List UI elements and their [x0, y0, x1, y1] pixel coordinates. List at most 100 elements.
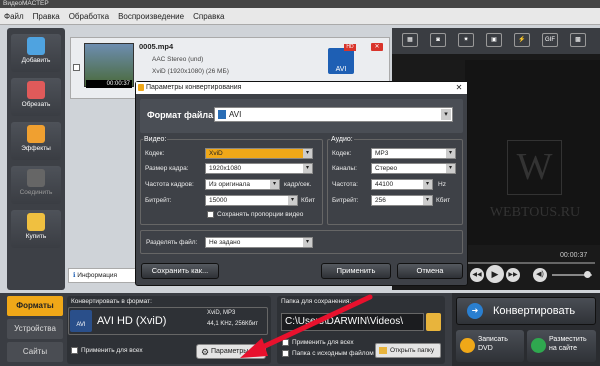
convert-to-label: Конвертировать в формат: — [71, 298, 152, 305]
close-icon[interactable]: ✕ — [453, 83, 465, 93]
cart-icon — [27, 213, 45, 231]
cancel-button[interactable]: Отмена — [397, 263, 463, 279]
apply-all-checkbox[interactable] — [71, 347, 78, 354]
video-bitrate-unit: Кбит — [301, 197, 316, 204]
apply-button[interactable]: Применить — [321, 263, 391, 279]
frequency-label: Частота: — [332, 181, 358, 188]
menu-process[interactable]: Обработка — [69, 12, 109, 21]
brightness-icon[interactable]: ✷ — [458, 33, 474, 47]
scissors-icon — [27, 81, 45, 99]
params-label: Параметры — [211, 348, 249, 355]
player-time: 00:00:37 — [560, 252, 588, 259]
info-tab-label: Информация — [77, 272, 118, 279]
frequency-select[interactable]: 44100 — [371, 179, 433, 190]
publish-button[interactable]: Разместить на сайте — [527, 330, 596, 362]
menu-playback[interactable]: Воспроизведение — [118, 12, 184, 21]
video-heading: Видео: — [143, 136, 168, 143]
open-folder-button[interactable]: Открыть папку — [375, 343, 441, 358]
convert-button[interactable]: ➜ Конвертировать — [456, 297, 596, 325]
screenshot-icon[interactable]: ▩ — [570, 33, 586, 47]
video-bitrate-label: Битрейт: — [145, 197, 172, 204]
watermark-logo: W — [507, 140, 562, 195]
split-select[interactable]: Не задано — [205, 237, 313, 248]
window-title: ВидеоМАСТЕР — [0, 0, 600, 8]
output-format-badge[interactable]: AVI — [328, 48, 354, 74]
thumbnail-duration: 00:00:37 — [86, 80, 132, 88]
burn-dvd-line2: DVD — [478, 345, 493, 352]
params-button[interactable]: ⚙ Параметры — [196, 344, 266, 359]
frame-size-label: Размер кадра: — [145, 165, 189, 172]
menu-help[interactable]: Справка — [193, 12, 224, 21]
video-bitrate-select[interactable]: 15000 — [205, 195, 298, 206]
watermark-text: WEBTOUS.RU — [489, 205, 581, 220]
publish-line1: Разместить — [549, 336, 587, 343]
dialog-app-icon — [138, 84, 144, 91]
source-folder-checkbox[interactable] — [282, 350, 289, 357]
menu-bar: Файл Правка Обработка Воспроизведение Сп… — [0, 8, 600, 25]
chevron-down-icon: ▾ — [441, 109, 451, 120]
join-label: Соединить — [19, 189, 53, 196]
folder-path-input[interactable]: C:\Users\DARWIN\Videos\ — [281, 313, 424, 331]
add-label: Добавить — [21, 57, 51, 64]
frequency-unit: Hz — [438, 181, 446, 188]
forward-icon[interactable]: ▶▶ — [506, 268, 520, 282]
menu-file[interactable]: Файл — [4, 12, 24, 21]
rewind-icon[interactable]: ◀◀ — [470, 268, 484, 282]
text-overlay-icon[interactable]: ▣ — [486, 33, 502, 47]
frame-size-select[interactable]: 1920x1080 — [205, 163, 313, 174]
left-toolbar: Добавить Обрезать Эффекты Соединить Купи… — [7, 28, 65, 290]
add-button[interactable]: Добавить — [11, 34, 61, 72]
channels-select[interactable]: Стерео — [371, 163, 456, 174]
timeline-bar[interactable] — [465, 262, 595, 264]
format-select[interactable]: AVI ▾ — [214, 107, 453, 122]
audio-codec-select[interactable]: MP3 — [371, 148, 456, 159]
apply-all-folder-label: Применить для всех — [292, 339, 354, 346]
format-label: Формат файла: — [147, 110, 217, 120]
tab-formats[interactable]: Форматы — [7, 296, 63, 316]
tab-devices[interactable]: Устройства — [7, 319, 63, 339]
buy-label: Купить — [25, 233, 47, 240]
format-name: AVI HD (XviD) — [97, 315, 167, 327]
fps-select[interactable]: Из оригинала — [205, 179, 280, 190]
remove-file-icon[interactable]: ✕ — [371, 43, 383, 51]
audio-bitrate-label: Битрейт: — [332, 197, 359, 204]
info-tab[interactable]: ℹ Информация — [68, 268, 138, 283]
buy-button[interactable]: Купить — [11, 210, 61, 248]
join-icon — [27, 169, 45, 187]
effects-button[interactable]: Эффекты — [11, 122, 61, 160]
audio-codec-label: Кодек: — [332, 150, 352, 157]
file-checkbox[interactable] — [73, 64, 80, 71]
convert-arrow-icon: ➜ — [467, 303, 483, 319]
effects-label: Эффекты — [21, 145, 51, 152]
save-folder-label: Папка для сохранения: — [281, 298, 352, 305]
format-detail-2: 44,1 KHz, 256Кбит — [207, 321, 259, 327]
play-icon[interactable]: ▶ — [486, 265, 504, 283]
join-button[interactable]: Соединить — [11, 166, 61, 204]
save-as-button[interactable]: Сохранить как... — [141, 263, 219, 279]
channels-label: Каналы: — [332, 165, 357, 172]
volume-handle[interactable] — [584, 271, 591, 278]
fps-label: Частота кадров: — [145, 181, 194, 188]
speed-icon[interactable]: ⚡ — [514, 33, 530, 47]
source-folder-label: Папка с исходным файлом — [292, 350, 374, 357]
trim-button[interactable]: Обрезать — [11, 78, 61, 116]
crop-icon[interactable]: ▦ — [402, 33, 418, 47]
gear-icon: ⚙ — [201, 347, 210, 357]
tab-sites[interactable]: Сайты — [7, 342, 63, 362]
gif-icon[interactable]: GIF — [542, 33, 558, 47]
split-label: Разделять файл: — [146, 239, 198, 246]
format-value: AVI — [229, 110, 242, 119]
volume-icon[interactable]: ◀) — [533, 268, 547, 282]
burn-dvd-line1: Записать — [478, 336, 508, 343]
keep-aspect-checkbox[interactable] — [207, 211, 214, 218]
folder-icon — [379, 347, 387, 354]
burn-dvd-button[interactable]: Записать DVD — [456, 330, 524, 362]
add-file-icon — [27, 37, 45, 55]
publish-line2: на сайте — [549, 345, 578, 352]
browse-folder-icon[interactable] — [426, 313, 441, 331]
menu-edit[interactable]: Правка — [33, 12, 60, 21]
stabilize-icon[interactable]: ◙ — [430, 33, 446, 47]
video-codec-select[interactable]: XviD — [205, 148, 313, 159]
apply-all-folder-checkbox[interactable] — [282, 339, 289, 346]
audio-bitrate-select[interactable]: 256 — [371, 195, 433, 206]
